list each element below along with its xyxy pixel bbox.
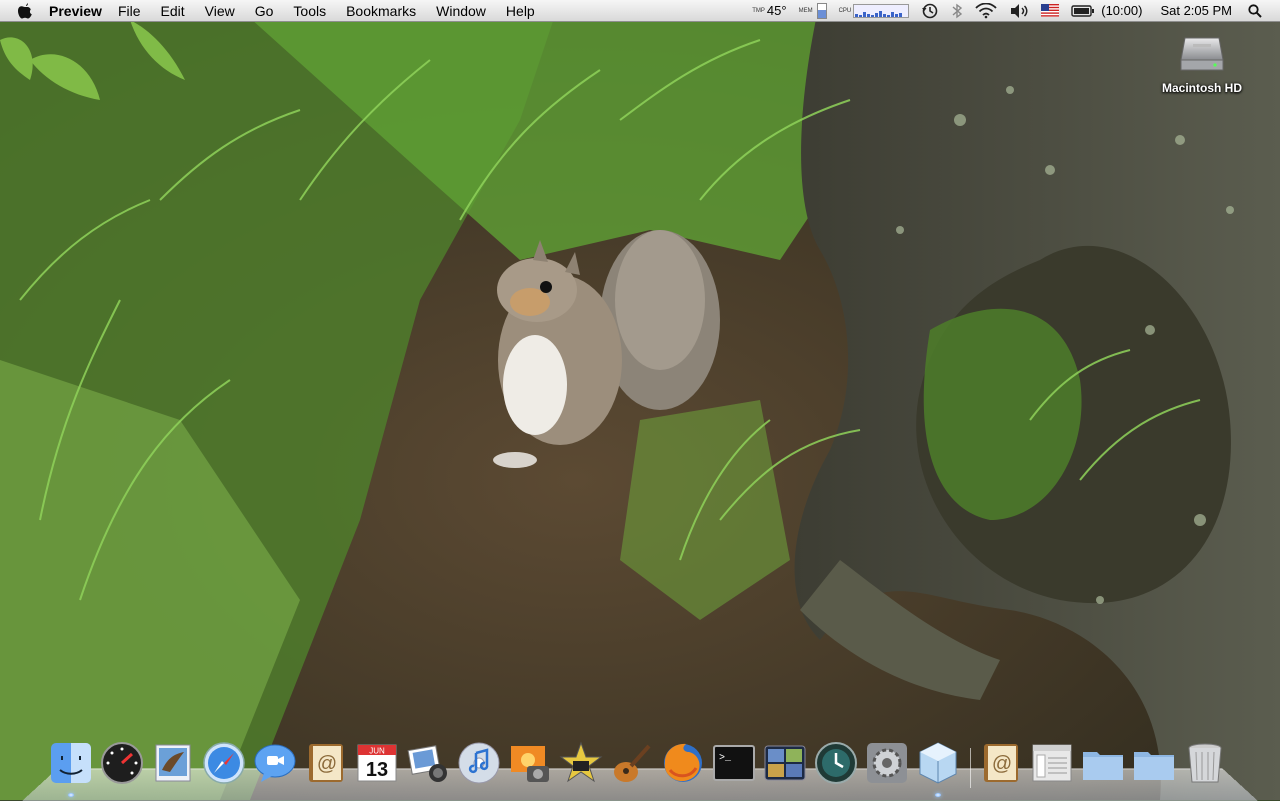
address-book-icon: @	[309, 744, 343, 782]
svg-text:@: @	[992, 753, 1012, 775]
dashboard-icon	[101, 742, 143, 784]
dock-garageband[interactable]	[607, 738, 657, 788]
menu-extras: TMP 45° MEM CPU (10:00) Sat 2:05 PM	[746, 0, 1280, 22]
dock-folder[interactable]	[1078, 738, 1128, 788]
dock-separator	[964, 742, 976, 788]
dock-stack-address-book[interactable]: @	[976, 738, 1026, 788]
volume-icon[interactable]	[1003, 0, 1035, 22]
firefox-icon	[664, 743, 702, 782]
menu-bookmarks[interactable]: Bookmarks	[336, 3, 426, 19]
hard-drive-icon	[1180, 37, 1224, 71]
iphoto-icon	[407, 745, 447, 782]
dock-iphoto[interactable]	[403, 738, 453, 788]
imovie-icon	[559, 741, 603, 783]
dock-ichat[interactable]	[250, 738, 300, 788]
menu-go[interactable]: Go	[245, 3, 284, 19]
menu-window[interactable]: Window	[426, 3, 496, 19]
dock-terminal[interactable]: >_	[709, 738, 759, 788]
running-indicator	[68, 793, 74, 797]
downloads-folder-icon	[1134, 752, 1174, 780]
terminal-icon: >_	[713, 745, 755, 781]
desktop-icon-macintosh-hd[interactable]: Macintosh HD	[1152, 30, 1252, 95]
desktop-wallpaper	[0, 0, 1280, 800]
menu-file[interactable]: File	[108, 3, 151, 19]
dock-photo-booth[interactable]	[505, 738, 555, 788]
battery-time: (10:00)	[1101, 3, 1143, 18]
us-flag-input-icon[interactable]	[1035, 0, 1065, 22]
apple-menu-icon[interactable]	[14, 0, 36, 22]
dock-safari[interactable]	[199, 738, 249, 788]
time-machine-icon[interactable]	[915, 0, 945, 22]
mail-icon	[155, 744, 191, 782]
cpu-label: CPU	[838, 7, 852, 14]
dock-itunes[interactable]	[454, 738, 504, 788]
dock-mail[interactable]	[148, 738, 198, 788]
dock-downloads[interactable]	[1129, 738, 1179, 788]
system-preferences-icon	[867, 743, 907, 783]
time-machine-dock-icon	[815, 742, 857, 784]
memory-monitor[interactable]: MEM	[793, 0, 833, 22]
wifi-icon[interactable]	[969, 0, 1003, 22]
svg-text:>_: >_	[719, 753, 732, 764]
dock-firefox[interactable]	[658, 738, 708, 788]
dock-address-book[interactable]: @	[301, 738, 351, 788]
menu-tools[interactable]: Tools	[283, 3, 336, 19]
photo-booth-icon	[511, 746, 549, 782]
trash-icon	[1188, 743, 1222, 783]
folder-icon	[1083, 752, 1123, 780]
battery-icon	[1071, 4, 1095, 17]
dock-spaces[interactable]	[760, 738, 810, 788]
ical-month: JUN	[369, 747, 385, 756]
menu-edit[interactable]: Edit	[151, 3, 195, 19]
address-book-stack-icon: @	[984, 744, 1018, 782]
running-indicator	[935, 793, 941, 797]
dock-system-preferences[interactable]	[862, 738, 912, 788]
documents-icon	[1032, 744, 1072, 782]
memory-label: MEM	[798, 7, 813, 14]
itunes-icon	[458, 742, 500, 784]
dock-dashboard[interactable]	[97, 738, 147, 788]
temperature-label: TMP	[752, 7, 765, 14]
ical-icon: JUN 13	[357, 744, 397, 782]
cpu-graph	[853, 3, 910, 18]
spaces-icon	[764, 745, 806, 781]
preview-cube-icon	[919, 742, 957, 784]
finder-icon	[51, 743, 91, 783]
temperature-value: 45°	[766, 3, 787, 18]
cpu-monitor[interactable]: CPU	[833, 0, 916, 22]
menu-help[interactable]: Help	[496, 3, 545, 19]
app-menu-preview[interactable]: Preview	[49, 3, 102, 19]
ical-day: 13	[366, 759, 388, 781]
svg-text:@: @	[317, 753, 337, 775]
menubar-clock[interactable]: Sat 2:05 PM	[1148, 0, 1244, 22]
dock-documents[interactable]	[1027, 738, 1077, 788]
memory-meter	[816, 2, 827, 19]
dock-trash[interactable]	[1180, 738, 1230, 788]
bluetooth-icon[interactable]	[945, 0, 969, 22]
desktop-icon-label: Macintosh HD	[1161, 81, 1242, 95]
dock-ical[interactable]: JUN 13	[352, 738, 402, 788]
dock-time-machine[interactable]	[811, 738, 861, 788]
dock: @ JUN 13 >_ @	[46, 732, 1231, 797]
menu-bar: Preview File Edit View Go Tools Bookmark…	[0, 0, 1280, 22]
dock-imovie[interactable]	[556, 738, 606, 788]
dock-finder[interactable]	[46, 738, 96, 797]
menu-view[interactable]: View	[195, 3, 245, 19]
dock-preview[interactable]	[913, 738, 963, 797]
ichat-icon	[254, 744, 296, 782]
garageband-icon	[614, 744, 651, 782]
spotlight-icon[interactable]	[1244, 0, 1280, 22]
safari-icon	[203, 742, 245, 784]
temperature-monitor[interactable]: TMP 45°	[746, 0, 792, 22]
battery-status[interactable]: (10:00)	[1065, 0, 1148, 22]
